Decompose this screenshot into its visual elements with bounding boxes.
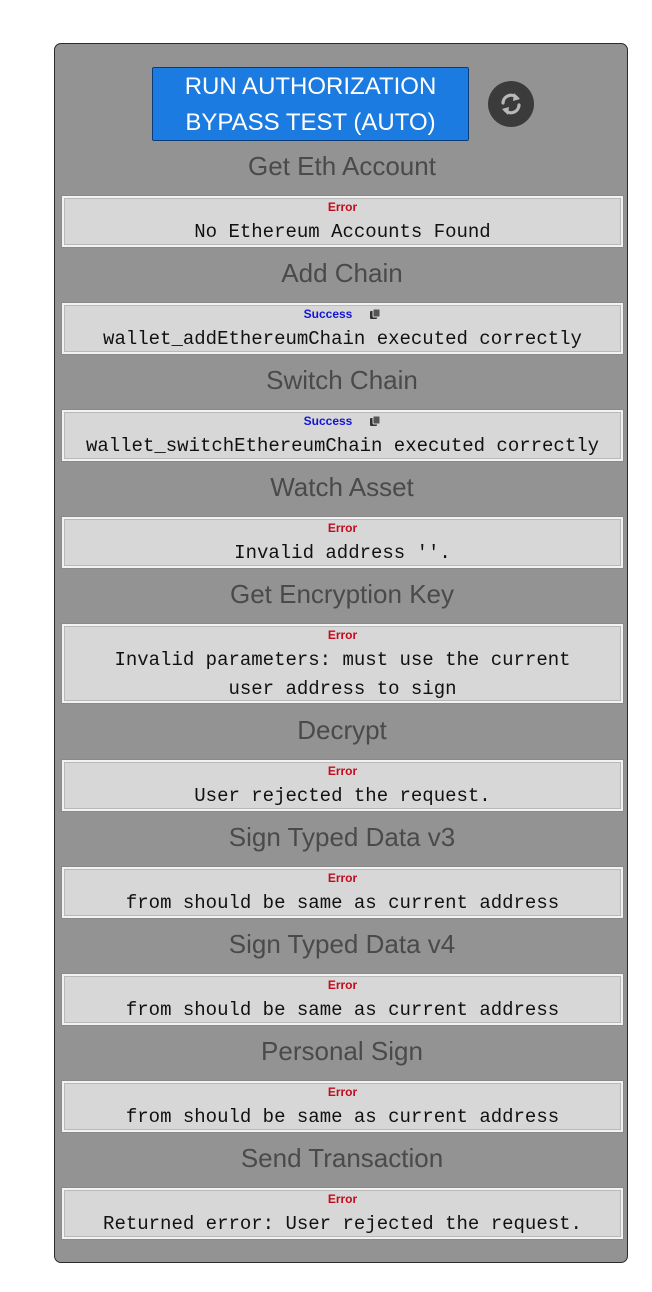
section-title-decrypt: Decrypt <box>297 715 387 745</box>
section-title-get-encryption-key: Get Encryption Key <box>230 579 454 609</box>
result-message: Returned error: User rejected the reques… <box>103 1213 582 1235</box>
result-box-watch-asset: Error Invalid address ''. <box>62 517 623 568</box>
status-badge: Error <box>327 1085 358 1099</box>
result-message: from should be same as current address <box>125 892 560 914</box>
status-badge: Error <box>327 628 358 642</box>
result-message: from should be same as current address <box>125 999 560 1021</box>
section-title-switch-chain: Switch Chain <box>266 365 418 395</box>
section-title-watch-asset: Watch Asset <box>270 472 414 502</box>
result-box-decrypt: Error User rejected the request. <box>62 760 623 811</box>
result-box-add-chain: Success wallet_addEthereumChain executed… <box>62 303 623 354</box>
result-box-sign-typed-data-v3: Error from should be same as current add… <box>62 867 623 918</box>
status-badge: Error <box>327 521 358 535</box>
status-badge: Error <box>327 871 358 885</box>
section-title-personal-sign: Personal Sign <box>261 1036 423 1066</box>
result-message: User rejected the request. <box>194 785 491 807</box>
section-title-sign-typed-data-v3: Sign Typed Data v3 <box>228 822 456 852</box>
section-title-sign-typed-data-v4: Sign Typed Data v4 <box>228 929 456 959</box>
refresh-button[interactable] <box>488 81 534 127</box>
result-message: wallet_addEthereumChain executed correct… <box>103 328 582 350</box>
status-badge: Error <box>327 1192 358 1206</box>
section-title-add-chain: Add Chain <box>281 258 403 288</box>
refresh-icon <box>501 93 521 115</box>
result-box-personal-sign: Error from should be same as current add… <box>62 1081 623 1132</box>
status-badge: Success <box>303 414 353 428</box>
result-box-send-transaction: Error Returned error: User rejected the … <box>62 1188 623 1239</box>
status-badge: Error <box>327 764 358 778</box>
run-authorization-bypass-test-button[interactable]: RUN AUTHORIZATION BYPASS TEST (AUTO) <box>152 67 469 141</box>
result-message: No Ethereum Accounts Found <box>194 221 491 243</box>
result-box-sign-typed-data-v4: Error from should be same as current add… <box>62 974 623 1025</box>
section-title-send-transaction: Send Transaction <box>240 1143 444 1173</box>
section-title-get-eth-account: Get Eth Account <box>248 151 436 181</box>
copy-icon[interactable] <box>369 415 381 427</box>
result-box-get-encryption-key: Error Invalid parameters: must use the c… <box>62 624 623 703</box>
result-box-switch-chain: Success wallet_switchEthereumChain execu… <box>62 410 623 461</box>
result-message: from should be same as current address <box>125 1106 560 1128</box>
result-box-get-eth-account: Error No Ethereum Accounts Found <box>62 196 623 247</box>
result-message: wallet_switchEthereumChain executed corr… <box>85 435 600 457</box>
status-badge: Error <box>327 200 358 214</box>
test-panel: RUN AUTHORIZATION BYPASS TEST (AUTO) Get… <box>54 43 628 1263</box>
status-badge: Success <box>303 307 353 321</box>
result-message: Invalid address ''. <box>234 542 451 564</box>
status-badge: Error <box>327 978 358 992</box>
copy-icon[interactable] <box>369 308 381 320</box>
result-message: Invalid parameters: must use the current… <box>114 649 582 700</box>
